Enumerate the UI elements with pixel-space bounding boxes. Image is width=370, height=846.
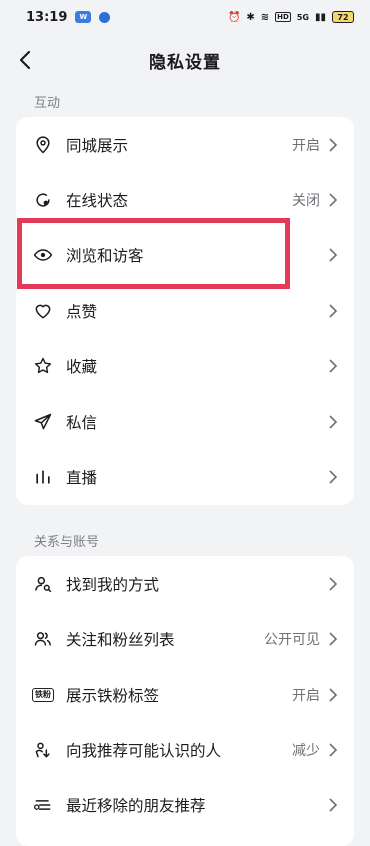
chevron-right-icon <box>329 415 338 429</box>
relations-card: 找到我的方式 关注和粉丝列表 公开可见 铁粉 展示铁粉标签 开启 向我推荐可能认… <box>16 556 354 846</box>
app-notification-icon: W <box>75 11 92 23</box>
fan-badge-text: 铁粉 <box>32 688 54 702</box>
row-label: 直播 <box>66 469 98 487</box>
chevron-right-icon <box>329 688 338 702</box>
chevron-right-icon <box>329 248 338 262</box>
row-recommend-people[interactable]: 向我推荐可能认识的人 减少 <box>16 722 354 778</box>
star-icon <box>32 355 54 377</box>
row-label: 私信 <box>66 414 98 432</box>
row-messages[interactable]: 私信 <box>16 394 354 450</box>
followers-icon <box>32 628 54 650</box>
status-bar: 13:19 W ⏰ ✱ ≋ HD 5G ▮▮ 72 <box>0 0 370 34</box>
live-bars-icon <box>32 466 54 488</box>
alarm-icon: ⏰ <box>227 11 241 23</box>
network-badge: HD <box>275 12 291 22</box>
row-favorites[interactable]: 收藏 <box>16 338 354 394</box>
chevron-right-icon <box>329 632 338 646</box>
row-city-display[interactable]: 同城展示 开启 <box>16 117 354 173</box>
row-live[interactable]: 直播 <box>16 449 354 505</box>
location-pin-icon <box>32 134 54 156</box>
chevron-left-icon <box>19 50 31 70</box>
battery-icon: 72 <box>332 11 354 23</box>
section-label-interaction: 互动 <box>34 96 61 111</box>
row-label: 找到我的方式 <box>66 576 160 594</box>
removed-friends-icon <box>32 794 54 816</box>
back-button[interactable] <box>14 48 38 72</box>
row-label: 展示铁粉标签 <box>66 687 160 705</box>
bluetooth-icon: ✱ <box>246 11 255 23</box>
interaction-card: 同城展示 开启 在线状态 关闭 浏览和访客 点赞 收藏 私信 直播 <box>16 117 354 505</box>
row-label: 向我推荐可能认识的人 <box>66 742 222 760</box>
row-label: 最近移除的朋友推荐 <box>66 797 206 815</box>
chevron-right-icon <box>329 193 338 207</box>
row-follow-fans-list[interactable]: 关注和粉丝列表 公开可见 <box>16 611 354 667</box>
chevron-right-icon <box>329 138 338 152</box>
nav-header: 隐私设置 <box>0 36 370 84</box>
row-label: 点赞 <box>66 303 98 321</box>
chevron-right-icon <box>329 798 338 812</box>
paper-plane-icon <box>32 411 54 433</box>
online-status-icon <box>32 189 54 211</box>
row-value: 开启 <box>292 138 320 154</box>
row-value: 关闭 <box>292 193 320 209</box>
chevron-right-icon <box>329 470 338 484</box>
wifi-icon: ≋ <box>260 11 270 23</box>
notification-dot-icon <box>99 11 111 23</box>
page-title: 隐私设置 <box>149 52 221 73</box>
chip-label: W <box>79 13 88 21</box>
row-label: 关注和粉丝列表 <box>66 631 175 649</box>
signal-label: 5G <box>296 12 309 22</box>
heart-icon <box>32 300 54 322</box>
row-label: 同城展示 <box>66 137 129 155</box>
row-likes[interactable]: 点赞 <box>16 283 354 339</box>
row-find-me[interactable]: 找到我的方式 <box>16 556 354 612</box>
chevron-right-icon <box>329 577 338 591</box>
row-fan-badge[interactable]: 铁粉 展示铁粉标签 开启 <box>16 667 354 723</box>
row-label: 收藏 <box>66 358 98 376</box>
chevron-right-icon <box>329 304 338 318</box>
signal-icon: ▮▮ <box>314 11 326 23</box>
highlight-box <box>17 218 290 289</box>
battery-level: 72 <box>337 12 349 22</box>
find-person-icon <box>32 573 54 595</box>
row-label: 在线状态 <box>66 192 129 210</box>
status-time: 13:19 <box>26 9 68 25</box>
recommend-person-icon <box>32 739 54 761</box>
row-value: 开启 <box>292 688 320 704</box>
row-value: 减少 <box>292 743 320 759</box>
chevron-right-icon <box>329 743 338 757</box>
chevron-right-icon <box>329 359 338 373</box>
row-removed-friends[interactable]: 最近移除的朋友推荐 <box>16 777 354 833</box>
section-label-relations: 关系与账号 <box>34 535 100 550</box>
fan-badge-icon: 铁粉 <box>32 684 54 706</box>
row-value: 公开可见 <box>264 632 320 648</box>
